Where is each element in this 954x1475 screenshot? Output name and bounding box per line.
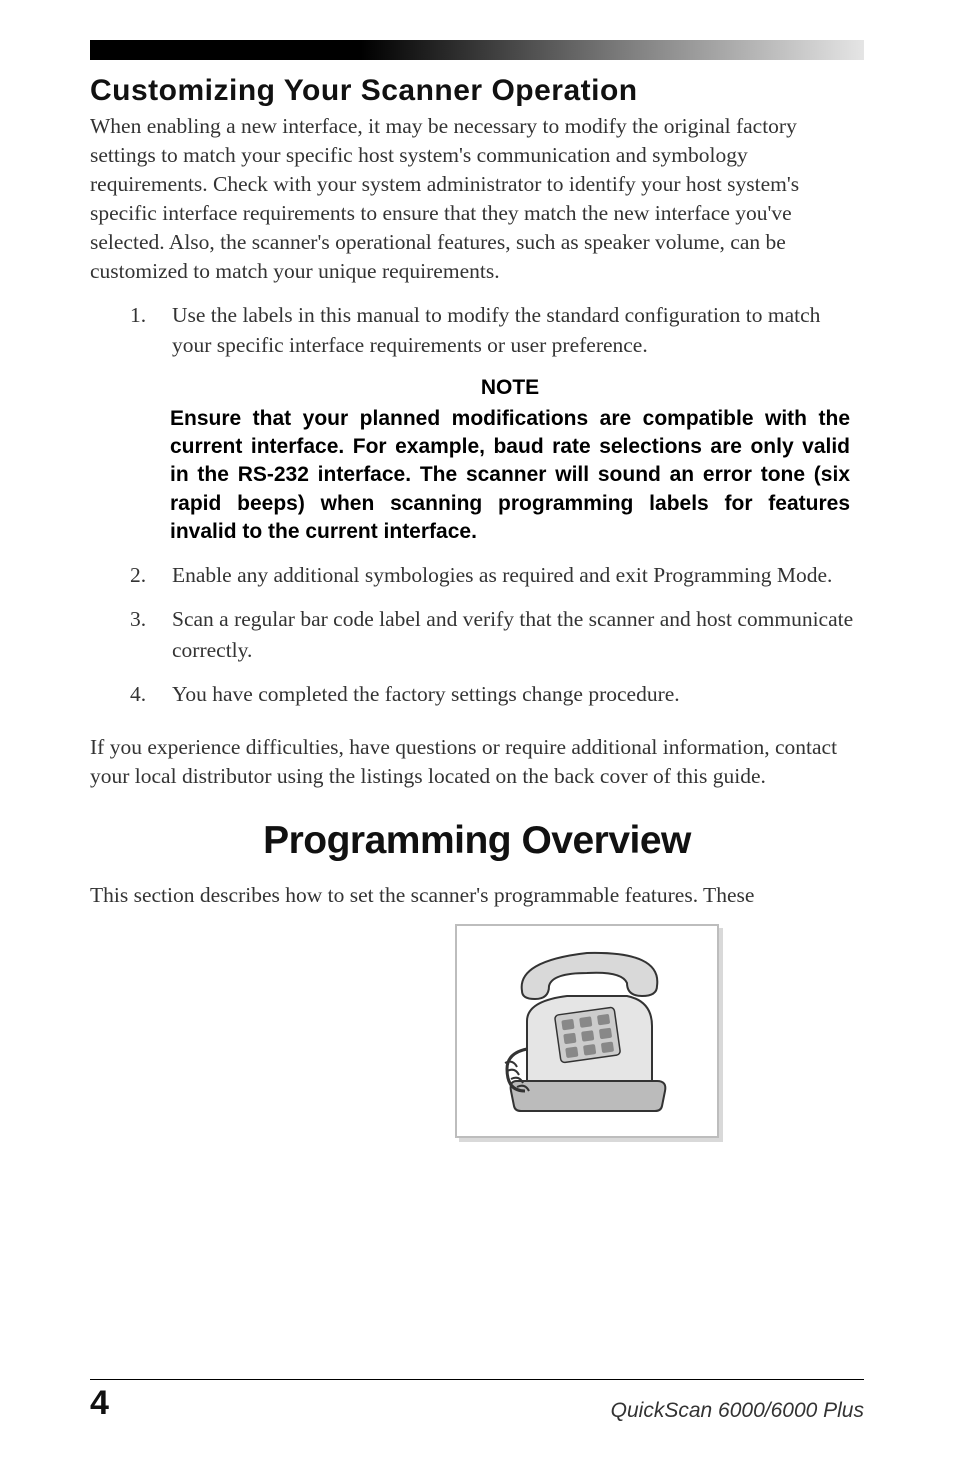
list-item-text: Enable any additional symbologies as req… (172, 563, 832, 587)
programming-intro-paragraph: This section describes how to set the sc… (90, 881, 864, 910)
list-item-text: Scan a regular bar code label and verify… (172, 607, 853, 661)
list-item-text: You have completed the factory settings … (172, 682, 680, 706)
page-number: 4 (90, 1384, 109, 1423)
list-item-text: Use the labels in this manual to modify … (172, 303, 820, 357)
list-item: 4. You have completed the factory settin… (130, 679, 864, 709)
numbered-list-cont: 2. Enable any additional symbologies as … (90, 560, 864, 708)
note-block: NOTE Ensure that your planned modificati… (170, 374, 850, 546)
list-item: 2. Enable any additional symbologies as … (130, 560, 864, 590)
list-item-number: 2. (130, 560, 146, 590)
footer-row: 4 QuickScan 6000/6000 Plus (90, 1384, 864, 1423)
closing-paragraph: If you experience difficulties, have que… (90, 733, 864, 791)
note-title: NOTE (170, 374, 850, 402)
numbered-list: 1. Use the labels in this manual to modi… (90, 300, 864, 360)
telephone-icon (477, 941, 697, 1121)
intro-paragraph: When enabling a new interface, it may be… (90, 112, 864, 286)
image-container (310, 924, 864, 1138)
list-item: 1. Use the labels in this manual to modi… (130, 300, 864, 360)
header-gradient-bar (90, 40, 864, 60)
main-heading: Programming Overview (90, 819, 864, 863)
list-item-number: 4. (130, 679, 146, 709)
document-page: Customizing Your Scanner Operation When … (0, 0, 954, 1475)
list-item-number: 3. (130, 604, 146, 634)
page-footer: 4 QuickScan 6000/6000 Plus (90, 1379, 864, 1423)
product-name: QuickScan 6000/6000 Plus (611, 1399, 864, 1423)
list-item-number: 1. (130, 300, 146, 330)
list-item: 3. Scan a regular bar code label and ver… (130, 604, 864, 664)
note-body: Ensure that your planned modifications a… (170, 405, 850, 547)
footer-rule (90, 1379, 864, 1380)
telephone-illustration-frame (455, 924, 719, 1138)
section-heading: Customizing Your Scanner Operation (90, 74, 864, 108)
